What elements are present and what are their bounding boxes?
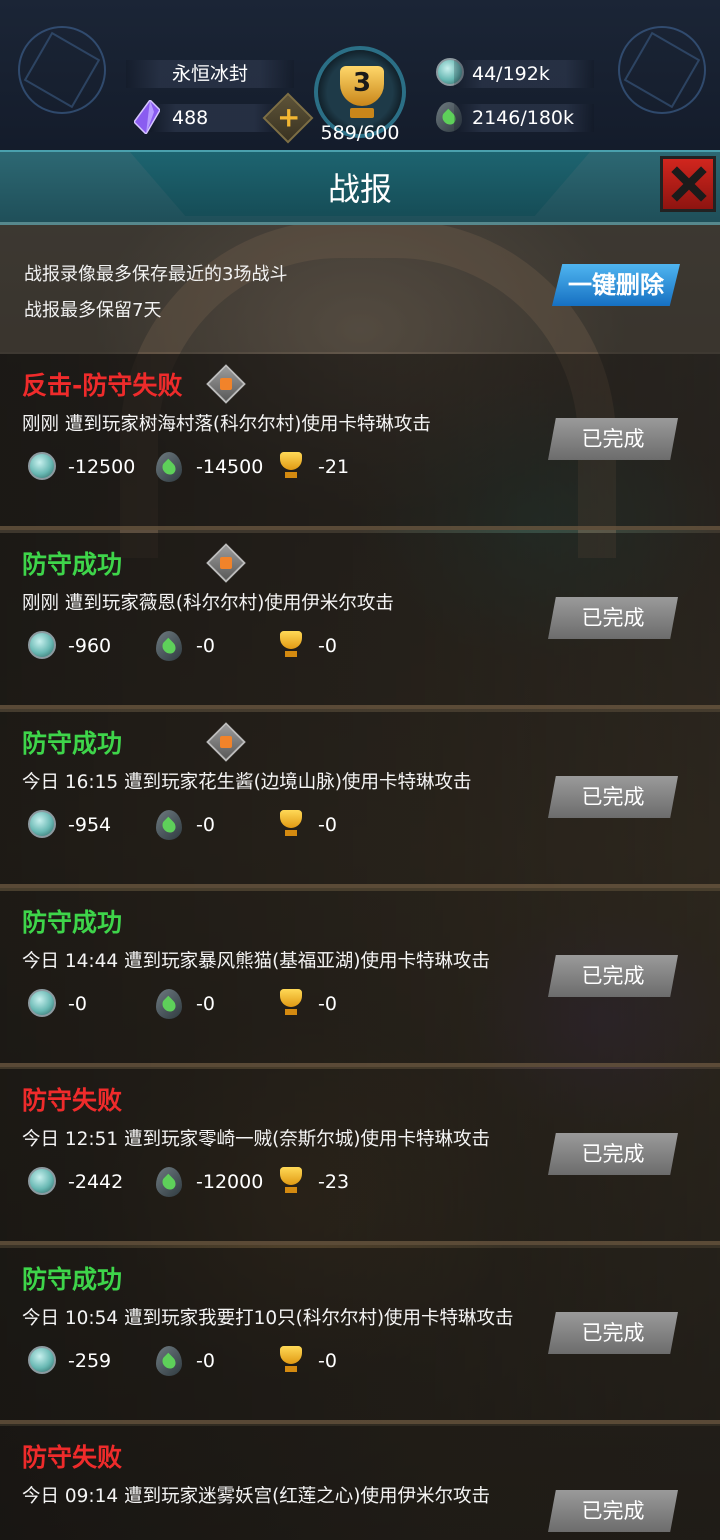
gem-count: 488	[150, 104, 280, 132]
elixir-icon	[156, 989, 182, 1019]
trophy-change: -23	[318, 1171, 350, 1193]
report-row: 反击-防守失败 刚刚 遭到玩家树海村落(科尔尔村)使用卡特琳攻击 -12500 …	[0, 354, 720, 530]
report-row: 防守成功 今日 14:44 遭到玩家暴风熊猫(基福亚湖)使用卡特琳攻击 -0 -…	[0, 891, 720, 1067]
elixir-icon	[156, 810, 182, 840]
info-line-retention: 战报最多保留7天	[24, 300, 162, 321]
report-result-title: 防守失败	[22, 1443, 123, 1472]
report-description: 今日 16:15 遭到玩家花生酱(边境山脉)使用卡特琳攻击	[22, 772, 472, 793]
report-row: 防守失败 今日 09:14 遭到玩家迷雾妖宫(红莲之心)使用伊米尔攻击 已完成	[0, 1426, 720, 1540]
completed-button[interactable]: 已完成	[548, 955, 678, 997]
coin-icon	[28, 1346, 56, 1374]
completed-button[interactable]: 已完成	[548, 1133, 678, 1175]
coin-change: -954	[68, 814, 112, 836]
delete-all-button[interactable]: 一键删除	[552, 264, 680, 306]
elixir-icon	[156, 1346, 182, 1376]
elixir-change: -12000	[196, 1171, 264, 1193]
trophy-change: -0	[318, 1350, 337, 1372]
report-description: 今日 14:44 遭到玩家暴风熊猫(基福亚湖)使用卡特琳攻击	[22, 951, 491, 972]
trophy-icon	[278, 810, 304, 838]
report-description: 刚刚 遭到玩家薇恩(科尔尔村)使用伊米尔攻击	[22, 593, 394, 614]
report-result-title: 防守成功	[22, 729, 123, 758]
page-title: 战报	[327, 170, 392, 208]
report-description: 今日 09:14 遭到玩家迷雾妖宫(红莲之心)使用伊米尔攻击	[22, 1486, 491, 1507]
coin-change: -960	[68, 635, 112, 657]
coin-icon	[28, 452, 56, 480]
report-description: 今日 10:54 遭到玩家我要打10只(科尔尔村)使用卡特琳攻击	[22, 1308, 514, 1329]
info-line-replay-limit: 战报录像最多保存最近的3场战斗	[24, 264, 288, 285]
coin-change: -259	[68, 1350, 112, 1372]
purple-gem-icon	[134, 100, 160, 134]
replay-camera-icon[interactable]	[206, 543, 246, 583]
elixir-change: -0	[196, 1350, 215, 1372]
elixir-change: -0	[196, 635, 215, 657]
trophy-base	[350, 108, 374, 118]
coin-change: -0	[68, 993, 87, 1015]
trophy-icon	[278, 1346, 304, 1374]
report-description: 刚刚 遭到玩家树海村落(科尔尔村)使用卡特琳攻击	[22, 414, 431, 435]
trophy-change: -21	[318, 456, 350, 478]
report-row: 防守成功 今日 16:15 遭到玩家花生酱(边境山脉)使用卡特琳攻击 -954 …	[0, 712, 720, 888]
trophy-change: -0	[318, 814, 337, 836]
coin-icon	[28, 1167, 56, 1195]
close-button[interactable]	[660, 156, 716, 212]
coin-icon	[28, 810, 56, 838]
report-row: 防守成功 今日 10:54 遭到玩家我要打10只(科尔尔村)使用卡特琳攻击 -2…	[0, 1248, 720, 1424]
elixir-icon	[156, 631, 182, 661]
elixir-icon	[156, 452, 182, 482]
coin-change: -12500	[68, 456, 136, 478]
elixir-change: -0	[196, 814, 215, 836]
elixir-resource: 2146/180k	[454, 104, 594, 132]
completed-button[interactable]: 已完成	[548, 597, 678, 639]
coin-change: -2442	[68, 1171, 124, 1193]
completed-button[interactable]: 已完成	[548, 776, 678, 818]
coin-resource: 44/192k	[454, 60, 594, 88]
trophy-icon	[278, 1167, 304, 1195]
resource-bar: 永恒冰封 488 + 3 589/600 44/192k 2146/180k	[0, 0, 720, 150]
replay-camera-icon[interactable]	[206, 722, 246, 762]
trophy-icon	[278, 989, 304, 1017]
coin-icon	[28, 989, 56, 1017]
report-row: 防守成功 刚刚 遭到玩家薇恩(科尔尔村)使用伊米尔攻击 -960 -0 -0 已…	[0, 533, 720, 709]
player-name: 永恒冰封	[126, 60, 294, 88]
completed-button[interactable]: 已完成	[548, 418, 678, 460]
report-result-title: 防守成功	[22, 1265, 123, 1294]
replay-camera-icon[interactable]	[206, 364, 246, 404]
report-result-title: 防守成功	[22, 550, 123, 579]
trophy-icon	[278, 452, 304, 480]
report-result-title: 反击-防守失败	[22, 371, 183, 400]
completed-button[interactable]: 已完成	[548, 1312, 678, 1354]
elixir-icon	[156, 1167, 182, 1197]
report-description: 今日 12:51 遭到玩家零崎一贼(奈斯尔城)使用卡特琳攻击	[22, 1129, 491, 1150]
title-bar: 战报	[0, 150, 720, 225]
trophy-score: 589/600	[320, 122, 400, 144]
trophy-icon	[278, 631, 304, 659]
elixir-change: -0	[196, 993, 215, 1015]
trophy-change: -0	[318, 635, 337, 657]
completed-button[interactable]: 已完成	[548, 1490, 678, 1532]
rune-emblem-left-icon	[18, 26, 106, 114]
coin-icon	[28, 631, 56, 659]
elixir-change: -14500	[196, 456, 264, 478]
trophy-change: -0	[318, 993, 337, 1015]
report-row: 防守失败 今日 12:51 遭到玩家零崎一贼(奈斯尔城)使用卡特琳攻击 -244…	[0, 1069, 720, 1245]
report-result-title: 防守失败	[22, 1086, 123, 1115]
report-result-title: 防守成功	[22, 908, 123, 937]
rune-emblem-right-icon	[618, 26, 706, 114]
trophy-level: 3	[352, 68, 372, 98]
